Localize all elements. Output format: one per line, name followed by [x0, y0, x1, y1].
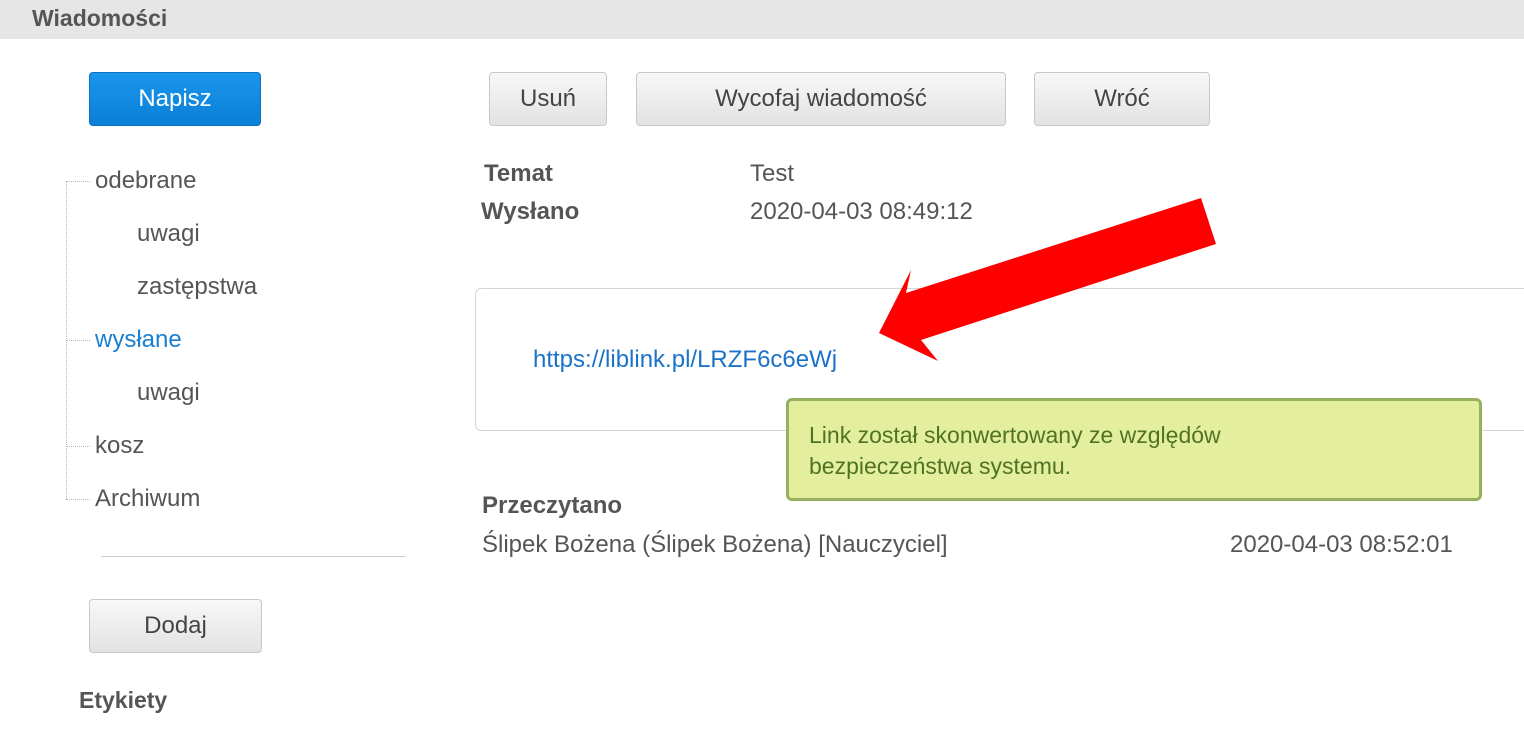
- tree-connector: [66, 181, 90, 182]
- link-converted-tooltip: Link został skonwertowany ze względów be…: [786, 398, 1482, 501]
- labels-heading: Etykiety: [79, 687, 168, 713]
- folder-tree: odebrane uwagi zastępstwa wysłane uwagi …: [62, 155, 422, 525]
- folder-received[interactable]: odebrane: [95, 167, 196, 195]
- folder-received-notes[interactable]: uwagi: [137, 220, 200, 248]
- read-receipts-heading: Przeczytano: [482, 492, 623, 519]
- folder-received-substitutions[interactable]: zastępstwa: [137, 273, 257, 301]
- sent-value: 2020-04-03 08:49:12: [750, 198, 973, 225]
- tree-connector: [66, 446, 90, 447]
- subject-label: Temat: [484, 160, 553, 187]
- reader-name: Ślipek Bożena (Ślipek Bożena) [Nauczycie…: [482, 531, 948, 558]
- tooltip-text-line: bezpieczeństwa systemu.: [809, 453, 1072, 479]
- delete-button[interactable]: Usuń: [489, 72, 607, 126]
- back-button[interactable]: Wróć: [1034, 72, 1210, 126]
- folder-sent-notes[interactable]: uwagi: [137, 379, 200, 407]
- message-link[interactable]: https://liblink.pl/LRZF6c6eWj: [533, 346, 837, 374]
- sent-label: Wysłano: [481, 198, 580, 225]
- tooltip-text-line: Link został skonwertowany ze względów: [809, 422, 1221, 448]
- add-label-button[interactable]: Dodaj: [89, 599, 262, 653]
- tree-connector: [66, 499, 90, 500]
- reader-read-time: 2020-04-03 08:52:01: [1230, 531, 1453, 558]
- page-header: Wiadomości: [0, 0, 1524, 39]
- tree-connector: [66, 340, 90, 341]
- sidebar-divider: [101, 556, 406, 557]
- folder-trash[interactable]: kosz: [95, 432, 144, 460]
- recall-message-button[interactable]: Wycofaj wiadomość: [636, 72, 1006, 126]
- compose-button[interactable]: Napisz: [89, 72, 261, 126]
- folder-archive[interactable]: Archiwum: [95, 485, 200, 513]
- folder-sent[interactable]: wysłane: [95, 326, 182, 354]
- page-title: Wiadomości: [32, 5, 168, 31]
- subject-value: Test: [750, 160, 795, 187]
